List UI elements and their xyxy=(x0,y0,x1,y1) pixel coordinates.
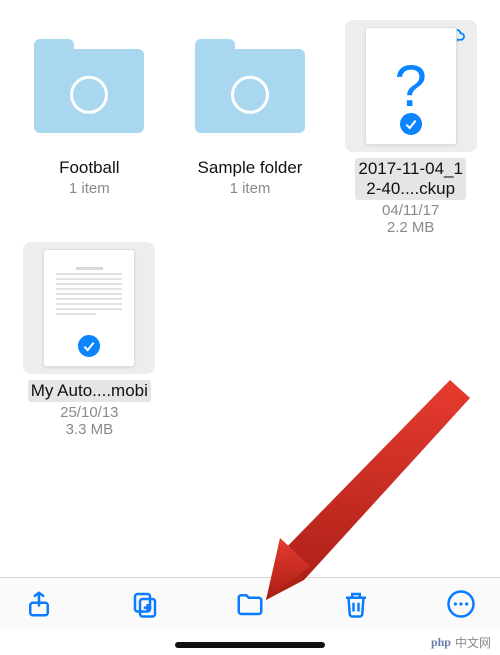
more-button[interactable] xyxy=(444,587,478,621)
watermark-text: 中文网 xyxy=(455,634,491,651)
file-grid: Football 1 item Sample folder 1 item ? 2… xyxy=(0,0,500,438)
item-meta: 04/11/17 xyxy=(382,202,439,219)
file-thumb xyxy=(23,242,155,374)
item-meta: 25/10/13 xyxy=(60,404,118,421)
item-name: My Auto....mobi xyxy=(28,380,151,402)
move-button[interactable] xyxy=(233,587,267,621)
item-size: 3.3 MB xyxy=(66,421,114,438)
folder-thumb xyxy=(184,20,316,152)
delete-button[interactable] xyxy=(339,587,373,621)
item-meta: 1 item xyxy=(69,180,110,197)
item-name: 2017-11-04_1 2-40....ckup xyxy=(355,158,466,200)
grid-item[interactable]: Sample folder 1 item xyxy=(173,20,328,236)
folder-ring xyxy=(231,76,269,114)
item-name: Football xyxy=(59,158,119,178)
watermark-prefix: php xyxy=(431,635,451,650)
folder-icon xyxy=(34,49,144,133)
grid-item[interactable]: ? 2017-11-04_1 2-40....ckup 04/11/17 2.2… xyxy=(333,20,488,236)
item-name: Sample folder xyxy=(198,158,303,178)
folder-thumb xyxy=(23,20,155,152)
file-thumb: ? xyxy=(345,20,477,152)
home-indicator xyxy=(175,642,325,648)
selected-check-icon xyxy=(75,332,103,360)
duplicate-button[interactable] xyxy=(128,587,162,621)
watermark: php 中文网 xyxy=(428,633,494,652)
folder-icon xyxy=(195,49,305,133)
grid-item[interactable]: Football 1 item xyxy=(12,20,167,236)
item-meta: 1 item xyxy=(230,180,271,197)
folder-ring xyxy=(70,76,108,114)
bottom-toolbar xyxy=(0,577,500,629)
document-icon xyxy=(43,249,135,367)
grid-item[interactable]: My Auto....mobi 25/10/13 3.3 MB xyxy=(12,242,167,438)
unknown-file-icon: ? xyxy=(365,27,457,145)
share-button[interactable] xyxy=(22,587,56,621)
selected-check-icon xyxy=(397,110,425,138)
item-size: 2.2 MB xyxy=(387,219,435,236)
